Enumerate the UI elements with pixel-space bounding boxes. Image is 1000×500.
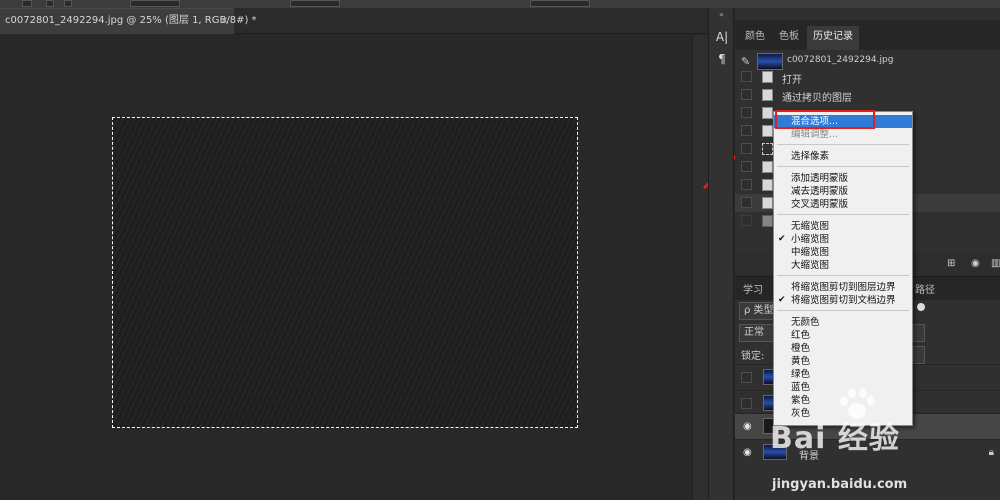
- menu-separator: [777, 144, 909, 145]
- options-bar: [0, 0, 1000, 8]
- menu-item-label: 小缩览图: [791, 234, 830, 245]
- checkmark-icon: ✔: [778, 234, 786, 244]
- layer-visibility-toggle[interactable]: [741, 398, 752, 409]
- menu-separator: [777, 214, 909, 215]
- document-icon: [762, 215, 773, 227]
- option-dropdown[interactable]: [290, 0, 340, 7]
- tab-swatches[interactable]: 色板: [773, 26, 805, 50]
- lock-label: 锁定:: [741, 351, 765, 362]
- menu-item-red[interactable]: 红色: [774, 329, 912, 342]
- menu-item-select-pixels[interactable]: 选择像素: [774, 150, 912, 163]
- menu-item-no-color[interactable]: 无颜色: [774, 316, 912, 329]
- context-menu: 混合选项... 编辑调整... 选择像素 添加透明蒙版 减去透明蒙版 交叉透明蒙…: [773, 111, 913, 426]
- history-step[interactable]: 通过拷贝的图层: [735, 86, 1000, 104]
- tab-paths[interactable]: 路径: [915, 281, 935, 296]
- document-icon: [762, 125, 773, 137]
- option-dropdown[interactable]: [530, 0, 590, 7]
- menu-item-clip-to-document-bounds[interactable]: ✔ 将缩览图剪切到文档边界: [774, 294, 912, 307]
- history-source-checkbox[interactable]: [741, 143, 752, 154]
- menu-separator: [777, 275, 909, 276]
- menu-item-no-thumbnail[interactable]: 无缩览图: [774, 220, 912, 233]
- history-step-label: 通过拷贝的图层: [782, 93, 852, 104]
- menu-item-add-transparency-mask[interactable]: 添加透明蒙版: [774, 172, 912, 185]
- tab-history[interactable]: 历史记录: [807, 26, 859, 50]
- menu-item-yellow[interactable]: 黄色: [774, 355, 912, 368]
- marquee-icon: [762, 143, 773, 155]
- document-icon: [762, 161, 773, 173]
- annotation-highlight-box: [775, 110, 875, 129]
- fill-dropdown[interactable]: [913, 346, 925, 364]
- history-source-checkbox[interactable]: [741, 71, 752, 82]
- menu-separator: [777, 166, 909, 167]
- watermark-brand: Bai 经验: [770, 421, 900, 456]
- document-icon: [762, 197, 773, 209]
- watermark-url: jingyan.baidu.com: [772, 477, 908, 492]
- trash-icon[interactable]: ▥: [991, 258, 1000, 269]
- character-panel-icon[interactable]: A|: [715, 30, 729, 44]
- menu-item-small-thumbnail[interactable]: ✔ 小缩览图: [774, 233, 912, 246]
- tool-option-box[interactable]: [64, 0, 72, 7]
- history-source-checkbox[interactable]: [741, 179, 752, 190]
- close-tab-icon[interactable]: ×: [220, 9, 228, 33]
- opacity-dropdown[interactable]: [913, 324, 925, 342]
- tool-option-box[interactable]: [46, 0, 54, 7]
- document-tab[interactable]: c0072801_2492294.jpg @ 25% (图层 1, RGB/8#…: [0, 8, 257, 34]
- panel-tool-strip: « A| ¶: [708, 8, 734, 500]
- document-icon: [762, 179, 773, 191]
- document-icon: [762, 107, 773, 119]
- history-step-label: 打开: [782, 75, 802, 86]
- new-document-from-state-icon[interactable]: ⊞: [947, 258, 955, 269]
- history-source-checkbox[interactable]: [741, 89, 752, 100]
- menu-item-medium-thumbnail[interactable]: 中缩览图: [774, 246, 912, 259]
- eye-icon[interactable]: ◉: [743, 421, 752, 432]
- document-icon: [762, 71, 773, 83]
- history-source-checkbox[interactable]: [741, 215, 752, 226]
- collapse-icon[interactable]: «: [719, 10, 724, 19]
- blend-mode-dropdown[interactable]: 正常: [739, 324, 775, 342]
- history-brush-icon[interactable]: ✎: [741, 55, 750, 68]
- history-source-checkbox[interactable]: [741, 161, 752, 172]
- menu-item-label: 将缩览图剪切到文档边界: [791, 295, 896, 306]
- history-source-checkbox[interactable]: [741, 125, 752, 136]
- panel-tabs: 颜色 色板 历史记录: [735, 20, 1000, 50]
- document-tab-title: c0072801_2492294.jpg @ 25% (图层 1, RGB/8#…: [5, 15, 257, 26]
- document-icon: [762, 89, 773, 101]
- watermark: Bai 经验 jingyan.baidu.com: [770, 385, 950, 500]
- tab-color[interactable]: 颜色: [739, 26, 771, 50]
- menu-separator: [777, 310, 909, 311]
- lock-icon: 🔒︎: [988, 447, 994, 458]
- menu-item-intersect-transparency-mask[interactable]: 交叉透明蒙版: [774, 198, 912, 211]
- document-tab-bar: c0072801_2492294.jpg @ 25% (图层 1, RGB/8#…: [0, 8, 708, 34]
- paragraph-panel-icon[interactable]: ¶: [715, 52, 729, 66]
- history-source-checkbox[interactable]: [741, 197, 752, 208]
- selection-marquee: [112, 117, 578, 428]
- filter-toggle-icon[interactable]: [917, 303, 925, 311]
- menu-item-clip-to-layer-bounds[interactable]: 将缩览图剪切到图层边界: [774, 281, 912, 294]
- snapshot-name: c0072801_2492294.jpg: [787, 55, 894, 65]
- tool-option-box[interactable]: [22, 0, 32, 7]
- option-dropdown[interactable]: [130, 0, 180, 7]
- layer-filter-dropdown[interactable]: ρ 类型: [739, 302, 775, 320]
- checkmark-icon: ✔: [778, 295, 786, 305]
- workspace-scrollbar[interactable]: [692, 35, 708, 500]
- history-step[interactable]: 打开: [735, 68, 1000, 86]
- menu-item-subtract-transparency-mask[interactable]: 减去透明蒙版: [774, 185, 912, 198]
- tab-learn[interactable]: 学习: [743, 281, 763, 296]
- layer-visibility-toggle[interactable]: [741, 372, 752, 383]
- menu-item-green[interactable]: 绿色: [774, 368, 912, 381]
- eye-icon[interactable]: ◉: [743, 447, 752, 458]
- menu-item-edit-adjustment[interactable]: 编辑调整...: [774, 128, 912, 141]
- history-source-checkbox[interactable]: [741, 107, 752, 118]
- camera-icon[interactable]: ◉: [971, 258, 980, 269]
- menu-item-large-thumbnail[interactable]: 大缩览图: [774, 259, 912, 272]
- menu-item-orange[interactable]: 橙色: [774, 342, 912, 355]
